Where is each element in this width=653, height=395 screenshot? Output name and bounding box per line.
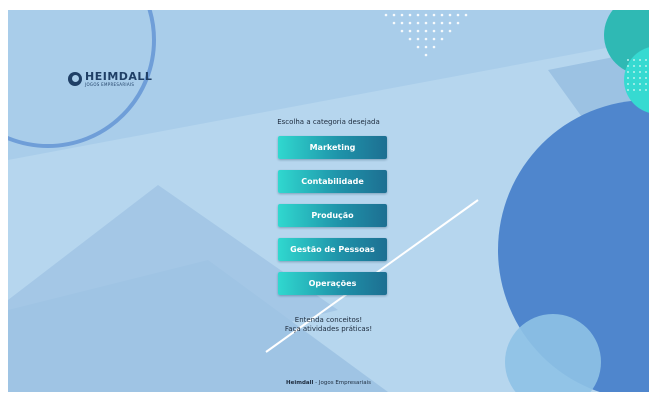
footer: Heimdall - Jogos Empresariais (8, 380, 649, 386)
marketing-button[interactable]: Marketing (278, 136, 387, 159)
gestao-de-pessoas-button[interactable]: Gestão de Pessoas (278, 238, 387, 261)
page-background: HEIMDALL JOGOS EMPRESARIAIS Escolha a ca… (8, 10, 649, 392)
logo-subtitle: JOGOS EMPRESARIAIS (85, 82, 135, 87)
tagline: Entenda conceitos! Faça atividades práti… (8, 316, 649, 334)
tagline-line-1: Entenda conceitos! (294, 316, 363, 324)
tagline-line-2: Faça atividades práticas! (284, 325, 373, 333)
contabilidade-button[interactable]: Contabilidade (278, 170, 387, 193)
logo-name: HEIMDALL (85, 70, 153, 83)
dotted-triangle (384, 13, 468, 57)
producao-button[interactable]: Produção (278, 204, 387, 227)
footer-brand: Heimdall (286, 380, 314, 386)
category-menu: Marketing Contabilidade Produção Gestão … (278, 136, 387, 295)
operacoes-button[interactable]: Operações (278, 272, 387, 295)
footer-text: Jogos Empresariais (318, 380, 371, 386)
category-prompt: Escolha a categoria desejada (277, 118, 380, 126)
heimdall-logo: HEIMDALL JOGOS EMPRESARIAIS (68, 71, 152, 87)
eye-logo-icon (68, 72, 82, 86)
